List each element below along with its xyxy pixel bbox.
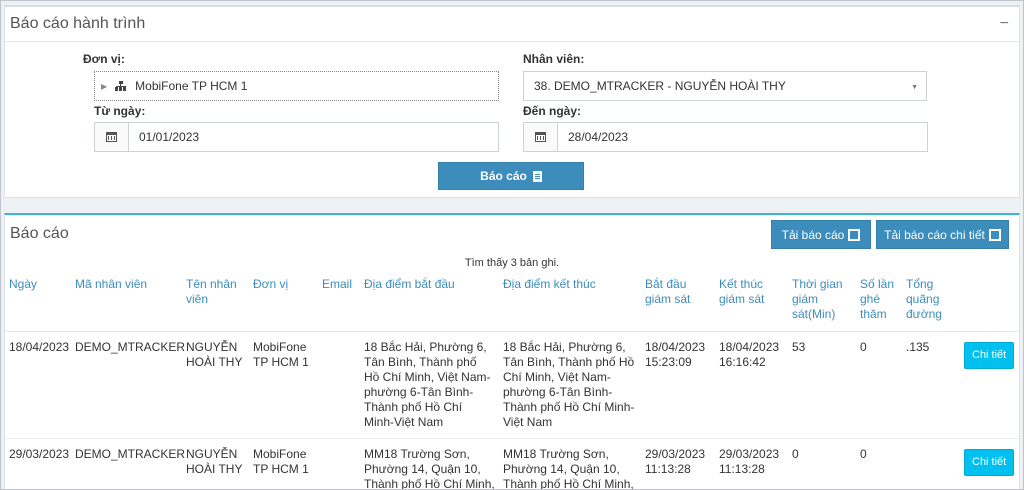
from-date-label: Từ ngày: [94,104,146,118]
cell-unit: MobiFone TP HCM 1 [249,438,318,489]
filter-panel-title: Báo cáo hành trình [10,15,146,32]
download-detail-label: Tải báo cáo chi tiết [884,227,985,242]
column-header[interactable]: Bắt đầu giám sát [641,273,715,332]
column-header[interactable]: Thời gian giám sát(Min) [788,273,856,332]
cell-distance [902,438,960,489]
table-row: 29/03/2023 DEMO_MTRACKER NGUYỄN HOÀI THY… [5,438,1019,489]
from-date-input[interactable]: 01/01/2023 [94,122,499,152]
to-date-value: 28/04/2023 [568,130,629,144]
unit-tree-select[interactable]: ▶ MobiFone TP HCM 1 [94,71,499,101]
column-header[interactable]: Mã nhân viên [71,273,182,332]
file-icon [532,170,542,182]
unit-label: Đơn vị: [83,52,125,66]
column-header [960,273,1019,332]
to-date-label: Đến ngày: [523,104,582,118]
collapse-button[interactable]: − [1000,15,1009,33]
title-divider [5,41,1019,42]
cell-date: 29/03/2023 [5,438,71,489]
detail-button[interactable]: Chi tiết [964,448,1015,476]
employee-select[interactable]: 38. DEMO_MTRACKER - NGUYỄN HOÀI THY ▼ [523,71,927,101]
report-table: Ngày Mã nhân viên Tên nhân viên Đơn vị E… [5,273,1019,489]
cell-name: NGUYỄN HOÀI THY [182,438,249,489]
table-header-row: Ngày Mã nhân viên Tên nhân viên Đơn vị E… [5,273,1019,332]
column-header[interactable]: Ngày [5,273,71,332]
app-frame: Báo cáo hành trình − Đơn vị: ▶ MobiFone … [0,0,1024,490]
cell-email [318,331,360,439]
unit-value: MobiFone TP HCM 1 [135,79,248,93]
column-header[interactable]: Đơn vị [249,273,318,332]
cell-end-time: 29/03/2023 11:13:28 [715,438,788,489]
employee-value: 38. DEMO_MTRACKER - NGUYỄN HOÀI THY [534,79,786,93]
cell-start-place: 18 Bắc Hải, Phường 6, Tân Bình, Thành ph… [360,331,499,439]
detail-button[interactable]: Chi tiết [964,341,1015,369]
record-count: Tìm thấy 3 bản ghi. [464,257,560,269]
column-header[interactable]: Email [318,273,360,332]
calendar-icon[interactable] [524,123,558,151]
download-report-button[interactable]: Tải báo cáo [771,220,871,249]
cell-duration: 53 [788,331,856,439]
cell-code: DEMO_MTRACKER [71,331,185,439]
to-date-input[interactable]: 28/04/2023 [523,122,928,152]
report-button-label: Báo cáo [480,169,527,183]
column-header[interactable]: Địa điểm kết thúc [499,273,641,332]
cell-duration: 0 [788,438,856,489]
download-report-label: Tải báo cáo [781,227,845,242]
from-date-value: 01/01/2023 [139,130,200,144]
cell-email [318,438,360,489]
employee-label: Nhân viên: [523,52,585,66]
cell-action: Chi tiết [960,438,1019,489]
report-button[interactable]: Báo cáo [438,162,584,190]
filter-panel: Báo cáo hành trình − Đơn vị: ▶ MobiFone … [4,5,1020,198]
download-detail-button[interactable]: Tải báo cáo chi tiết [876,220,1009,249]
cell-start-place: MM18 Trường Sơn, Phường 14, Quận 10, Thà… [360,438,499,489]
cell-visits: 0 [856,331,902,439]
cell-name: NGUYỄN HOÀI THY [182,331,249,439]
column-header[interactable]: Số lần ghé thăm [856,273,902,332]
excel-icon [988,228,1001,241]
report-panel: Báo cáo Tải báo cáo Tải báo cáo chi tiết… [4,213,1020,489]
table-row: 18/04/2023 DEMO_MTRACKER NGUYỄN HOÀI THY… [5,331,1019,439]
cell-end-time: 18/04/2023 16:16:42 [715,331,788,439]
column-header[interactable]: Địa điểm bắt đầu [360,273,499,332]
cell-action: Chi tiết [960,331,1019,439]
cell-unit: MobiFone TP HCM 1 [249,331,318,439]
excel-icon [848,228,861,241]
cell-start-time: 29/03/2023 11:13:28 [641,438,715,489]
caret-right-icon[interactable]: ▶ [101,82,107,91]
dropdown-caret-icon: ▼ [911,84,918,91]
cell-date: 18/04/2023 [5,331,71,439]
cell-visits: 0 [856,438,902,489]
report-panel-title: Báo cáo [10,225,69,242]
cell-start-time: 18/04/2023 15:23:09 [641,331,715,439]
cell-end-place: 18 Bắc Hải, Phường 6, Tân Bình, Thành ph… [499,331,641,439]
sitemap-icon [115,81,127,91]
column-header[interactable]: Tổng quãng đường [902,273,960,332]
column-header[interactable]: Kết thúc giám sát [715,273,788,332]
cell-code: DEMO_MTRACKER [71,438,185,489]
column-header[interactable]: Tên nhân viên [182,273,249,332]
calendar-icon[interactable] [95,123,129,151]
cell-distance: .135 [902,331,960,439]
cell-end-place: MM18 Trường Sơn, Phường 14, Quận 10, Thà… [499,438,641,489]
